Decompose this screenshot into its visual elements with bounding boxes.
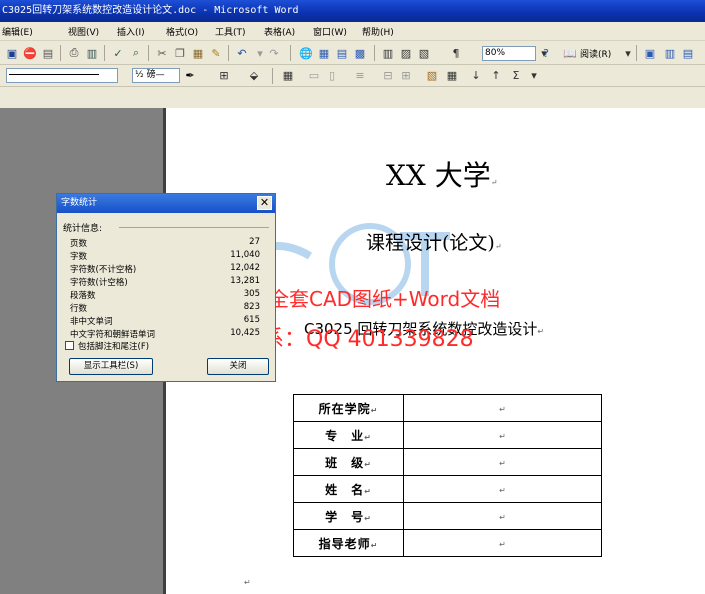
toolbar-options-2-icon[interactable]: ▾ [526, 67, 542, 83]
spelling-icon[interactable]: ✓ [110, 45, 126, 61]
window-icon[interactable]: ▤ [680, 45, 696, 61]
table-value-cell[interactable]: ↵ [403, 448, 602, 476]
align-icon[interactable]: ≡ [352, 67, 368, 83]
read-mode-icon[interactable]: 📖 [562, 45, 578, 61]
preview-icon[interactable]: ▥ [84, 45, 100, 61]
menu-bar: 编辑(E) 视图(V) 插入(I) 格式(O) 工具(T) 表格(A) 窗口(W… [0, 22, 705, 41]
border-color-icon[interactable]: ✒ [182, 67, 198, 83]
table-label[interactable]: 姓 名↵ [293, 475, 404, 503]
show-hide-icon[interactable]: ¶ [448, 45, 464, 61]
help-icon[interactable]: ? [538, 45, 554, 61]
dialog-title: 字数统计 [61, 198, 98, 208]
read-mode-button[interactable]: 阅读(R) [580, 47, 611, 60]
print-preview-icon[interactable]: ▤ [40, 45, 56, 61]
info-table: 所在学院↵ ↵ 专 业↵ ↵ 班 级↵ ↵ 姓 名↵ ↵ 学 号↵ ↵ 指导老师… [293, 394, 602, 557]
end-paragraph-mark: ↵ [244, 578, 251, 587]
table-label[interactable]: 学 号↵ [293, 502, 404, 530]
research-icon[interactable]: ⌕ [128, 45, 144, 61]
table-value-cell[interactable]: ↵ [403, 394, 602, 422]
table-row: 指导老师↵ ↵ [293, 529, 602, 557]
drawing-icon[interactable]: ▨ [398, 45, 414, 61]
print-icon[interactable]: ⎙ [66, 45, 82, 61]
stat-row: 字符数(不计空格) 12,042 [70, 263, 260, 275]
stat-row: 页数 27 [70, 237, 260, 249]
cut-icon[interactable]: ✂ [154, 45, 170, 61]
autoformat-icon[interactable]: ▧ [424, 67, 440, 83]
section-divider [119, 227, 269, 228]
document-map-icon[interactable]: ▧ [416, 45, 432, 61]
table-row: 专 业↵ ↵ [293, 421, 602, 449]
menu-view[interactable]: 视图(V) [68, 25, 99, 38]
sort-asc-icon[interactable]: ↓ [468, 67, 484, 83]
columns-icon[interactable]: ▥ [380, 45, 396, 61]
menu-help[interactable]: 帮助(H) [362, 25, 394, 38]
close-button[interactable]: 关闭 [207, 358, 269, 375]
mail-icon[interactable]: ▣ [642, 45, 658, 61]
text-direction-icon[interactable]: ▦ [444, 67, 460, 83]
table-label[interactable]: 指导老师↵ [293, 529, 404, 557]
course-title: 课程设计(论文)↵ [366, 232, 502, 254]
paste-icon[interactable]: ▦ [190, 45, 206, 61]
table-label[interactable]: 班 级↵ [293, 448, 404, 476]
window-title: C3025回转刀架系统数控改造设计论文.doc - Microsoft Word [0, 0, 705, 22]
table-row: 班 级↵ ↵ [293, 448, 602, 476]
sort-desc-icon[interactable]: ↑ [488, 67, 504, 83]
stat-row: 行数 823 [70, 302, 260, 314]
standard-toolbar: ▣ ⛔ ▤ ⎙ ▥ ✓ ⌕ ✂ ❐ ▦ ✎ ↶ ▾ ↷ 🌐 ▦ ▤ ▩ ▥ ▨ … [0, 41, 705, 65]
format-painter-icon[interactable]: ✎ [208, 45, 224, 61]
redo-icon[interactable]: ↷ [266, 45, 282, 61]
menu-window[interactable]: 窗口(W) [313, 25, 347, 38]
shading-icon[interactable]: ⬙ [246, 67, 262, 83]
borders-icon[interactable]: ⊞ [216, 67, 232, 83]
tables-toolbar: ½ 磅— ✒ ⊞ ⬙ ▦ ▭ ▯ ≡ ⊟ ⊞ ▧ ▦ ↓ ↑ Σ ▾ [0, 65, 705, 87]
show-toolbar-button[interactable]: 显示工具栏(S) [69, 358, 153, 375]
menu-tools[interactable]: 工具(T) [215, 25, 246, 38]
stat-row: 字符数(计空格) 13,281 [70, 276, 260, 288]
table-value-cell[interactable]: ↵ [403, 502, 602, 530]
stat-row: 段落数 305 [70, 289, 260, 301]
table-label[interactable]: 专 业↵ [293, 421, 404, 449]
table-row: 姓 名↵ ↵ [293, 475, 602, 503]
stat-row: 字数 11,040 [70, 250, 260, 262]
menu-table[interactable]: 表格(A) [264, 25, 295, 38]
insert-excel-icon[interactable]: ▩ [352, 45, 368, 61]
distribute-cols-icon[interactable]: ⊞ [398, 67, 414, 83]
autosum-icon[interactable]: Σ [508, 67, 524, 83]
footnotes-checkbox-label[interactable]: 包括脚注和尾注(F) [78, 340, 149, 352]
line-weight-box[interactable]: ½ 磅— [132, 68, 180, 83]
stats-section-label: 统计信息: [63, 224, 103, 234]
save-icon[interactable]: ▣ [4, 45, 20, 61]
menu-edit[interactable]: 编辑(E) [2, 25, 33, 38]
word-count-dialog: 字数统计 ✕ 统计信息: 页数 27 字数 11,040 字符数(不计空格) 12,0… [56, 193, 276, 382]
table-label[interactable]: 所在学院↵ [293, 394, 404, 422]
dialog-titlebar[interactable]: 字数统计 ✕ [57, 194, 275, 213]
permission-icon[interactable]: ⛔ [22, 45, 38, 61]
line-style-box[interactable] [6, 68, 118, 83]
copy-icon[interactable]: ❐ [172, 45, 188, 61]
university-title: XX 大学↵ [386, 159, 498, 192]
tables-borders-icon[interactable]: ▦ [316, 45, 332, 61]
distribute-rows-icon[interactable]: ⊟ [380, 67, 396, 83]
footnotes-checkbox[interactable] [65, 341, 74, 350]
merge-cells-icon[interactable]: ▭ [306, 67, 322, 83]
toolbar-options-icon[interactable]: ▾ [620, 45, 636, 61]
table-value-cell[interactable]: ↵ [403, 421, 602, 449]
compare-icon[interactable]: ▥ [662, 45, 678, 61]
split-cells-icon[interactable]: ▯ [324, 67, 340, 83]
insert-table-icon[interactable]: ▤ [334, 45, 350, 61]
ruler-strip [0, 87, 705, 108]
stat-row: 非中文单词 615 [70, 315, 260, 327]
zoom-box[interactable]: 80% [482, 46, 536, 61]
table-row: 学 号↵ ↵ [293, 502, 602, 530]
menu-insert[interactable]: 插入(I) [117, 25, 145, 38]
hyperlink-icon[interactable]: 🌐 [298, 45, 314, 61]
table-value-cell[interactable]: ↵ [403, 475, 602, 503]
undo-icon[interactable]: ↶ [234, 45, 250, 61]
close-icon[interactable]: ✕ [257, 196, 272, 210]
insert-table-2-icon[interactable]: ▦ [280, 67, 296, 83]
table-value-cell[interactable]: ↵ [403, 529, 602, 557]
menu-format[interactable]: 格式(O) [166, 25, 198, 38]
table-row: 所在学院↵ ↵ [293, 394, 602, 422]
